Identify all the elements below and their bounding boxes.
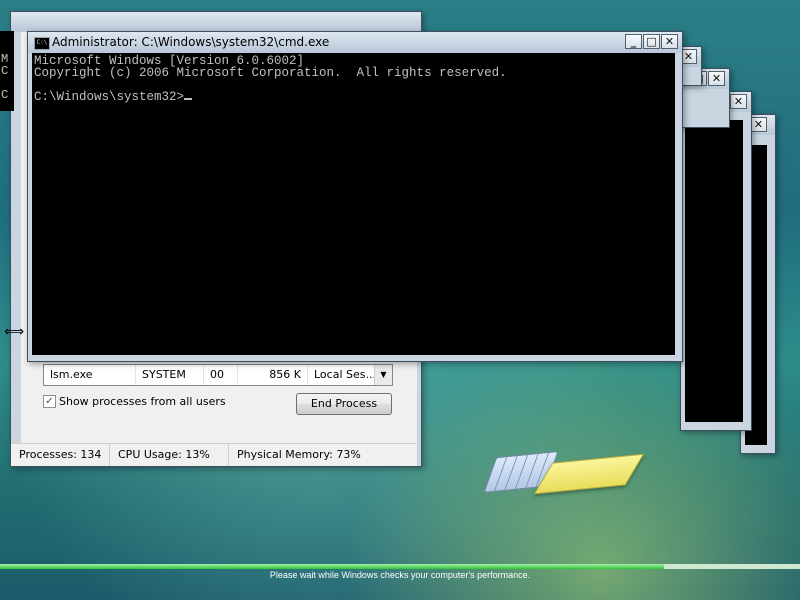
performance-progress-fill: [0, 564, 664, 569]
ghost-console-line-3: C: [1, 88, 9, 102]
minimize-button[interactable]: _: [625, 34, 642, 49]
cmd-window[interactable]: C:\ Administrator: C:\Windows\system32\c…: [27, 31, 683, 362]
task-manager-titlebar[interactable]: [11, 12, 421, 32]
process-description: Local Ses...: [314, 368, 376, 381]
process-image-name: lsm.exe: [44, 365, 136, 385]
cmd-window-titlebar[interactable]: C:\ Administrator: C:\Windows\system32\c…: [28, 32, 682, 53]
console-prompt-line: C:\Windows\system32>: [34, 90, 193, 104]
close-button[interactable]: ✕: [708, 71, 725, 86]
console-line-copyright: Copyright (c) 2006 Microsoft Corporation…: [34, 66, 507, 80]
performance-check-message: Please wait while Windows checks your co…: [269, 570, 531, 580]
task-manager-status-bar: Processes: 134 CPU Usage: 13% Physical M…: [11, 443, 417, 466]
process-user-name: SYSTEM: [136, 365, 204, 385]
process-list-row[interactable]: lsm.exe SYSTEM 00 856 K Local Ses... ▼: [43, 364, 393, 386]
window-title: Administrator: C:\Windows\system32\cmd.e…: [52, 35, 330, 49]
ghost-console-line-2: C: [1, 64, 9, 78]
process-cpu: 00: [204, 365, 238, 385]
console-prompt: C:\Windows\system32>: [34, 90, 185, 104]
status-physical-memory: Physical Memory: 73%: [237, 448, 361, 461]
cmd-window-left-ghost[interactable]: M C C: [0, 31, 14, 111]
console-output-area: [685, 120, 743, 422]
process-memory: 856 K: [238, 365, 308, 385]
show-all-users-option[interactable]: ✓ Show processes from all users: [43, 395, 226, 408]
close-button[interactable]: ✕: [730, 94, 747, 109]
show-all-users-checkbox[interactable]: ✓: [43, 395, 56, 408]
status-processes: Processes: 134: [11, 444, 110, 466]
resize-horizontal-cursor-icon: ⟺: [4, 324, 25, 340]
maximize-button[interactable]: □: [643, 34, 660, 49]
close-button[interactable]: ✕: [750, 117, 767, 132]
end-process-button[interactable]: End Process: [296, 393, 392, 415]
show-all-users-label[interactable]: Show processes from all users: [59, 395, 226, 408]
console-output-area[interactable]: Microsoft Windows [Version 6.0.6002] Cop…: [32, 53, 675, 355]
close-button[interactable]: ✕: [661, 34, 678, 49]
cmd-icon: C:\: [34, 37, 50, 50]
text-cursor: [184, 98, 193, 100]
performance-progress-bar: [0, 564, 800, 569]
status-cpu-usage: CPU Usage: 13%: [110, 444, 229, 466]
scroll-down-button[interactable]: ▼: [374, 365, 392, 385]
cmd-window-stack-2[interactable]: _ □ ✕: [680, 91, 752, 431]
